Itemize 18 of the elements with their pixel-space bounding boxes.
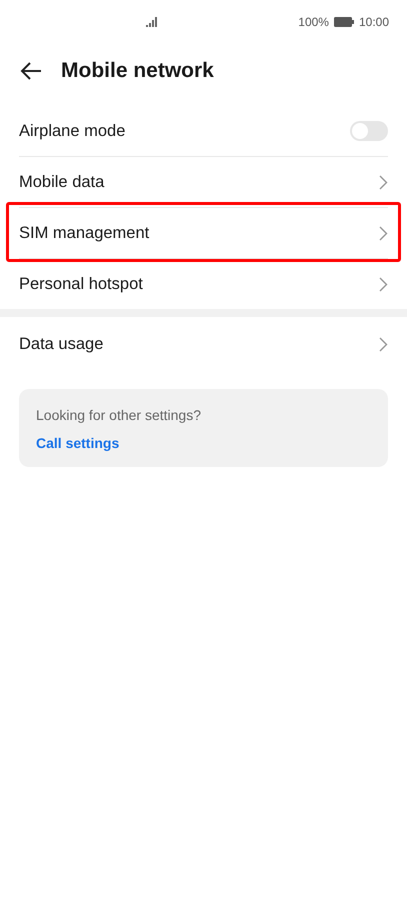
settings-row[interactable]: SIM management [19, 208, 388, 258]
status-time: 10:00 [358, 15, 389, 29]
battery-percentage: 100% [298, 15, 329, 29]
settings-row[interactable]: Airplane mode [19, 106, 388, 156]
chevron-icon [379, 276, 388, 292]
chevron-icon [379, 226, 388, 240]
settings-row[interactable]: Data usage [19, 319, 388, 369]
signal-icon [146, 17, 158, 27]
chevron-icon [379, 336, 388, 352]
airplane-toggle[interactable] [350, 121, 388, 141]
settings-row[interactable]: Personal hotspot [19, 259, 388, 309]
back-arrow-icon[interactable] [19, 61, 43, 81]
chevron-icon [379, 174, 388, 190]
battery-icon [334, 17, 354, 27]
settings-row[interactable]: Mobile data [19, 157, 388, 207]
call-settings-link[interactable]: Call settings [36, 435, 120, 451]
suggestion-question: Looking for other settings? [36, 407, 201, 423]
page-title: Mobile network [61, 59, 214, 83]
